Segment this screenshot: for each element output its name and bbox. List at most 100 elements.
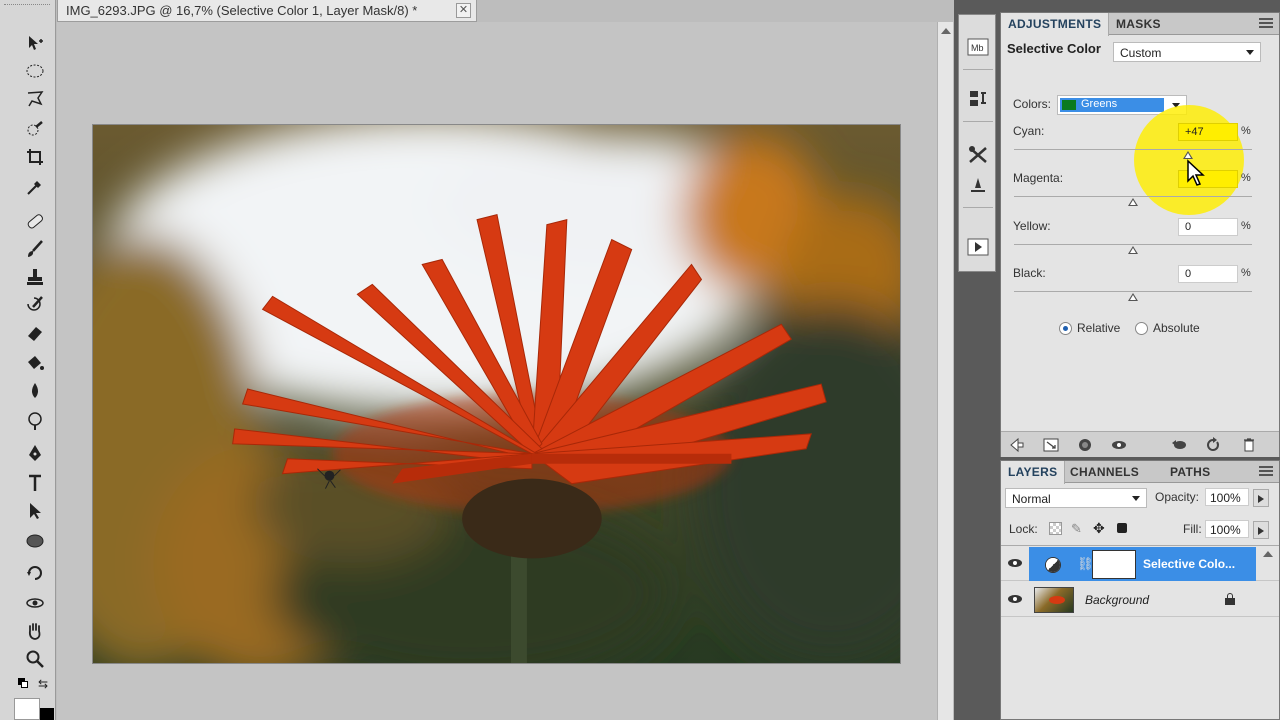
- yellow-slider-track[interactable]: [1014, 244, 1252, 245]
- panel-menu-icon[interactable]: [1259, 18, 1273, 28]
- history-brush-tool-icon[interactable]: [22, 292, 48, 318]
- adjustments-tabbar: ADJUSTMENTS MASKS: [1001, 13, 1279, 36]
- brush-presets-icon[interactable]: [965, 173, 991, 197]
- layer-row[interactable]: Background: [1001, 583, 1279, 617]
- hand-tool-icon[interactable]: [22, 618, 48, 644]
- colors-value: Greens: [1081, 98, 1118, 110]
- eyedropper-tool-icon[interactable]: [22, 174, 48, 200]
- layer-row[interactable]: ⛓ Selective Colo...: [1001, 547, 1279, 581]
- history-panel-icon[interactable]: [965, 87, 991, 111]
- paint-bucket-tool-icon[interactable]: [22, 350, 48, 376]
- tool-presets-icon[interactable]: [965, 143, 991, 167]
- layers-scroll-up-icon[interactable]: [1263, 551, 1275, 561]
- scroll-up-icon[interactable]: [941, 28, 951, 34]
- tab-masks[interactable]: MASKS: [1109, 13, 1168, 35]
- cyan-percent: %: [1241, 125, 1251, 137]
- close-document-icon[interactable]: ✕: [456, 3, 471, 18]
- crop-tool-icon[interactable]: [22, 144, 48, 170]
- ellipse-tool-icon[interactable]: [22, 528, 48, 554]
- mini-bridge-icon[interactable]: Mb: [965, 35, 991, 59]
- cyan-slider-track[interactable]: [1014, 149, 1252, 150]
- adjustments-panel: ADJUSTMENTS MASKS Selective Color Custom…: [1000, 12, 1280, 457]
- black-label: Black:: [1013, 266, 1046, 280]
- fill-slider-button[interactable]: [1253, 521, 1269, 539]
- black-slider-knob[interactable]: [1128, 293, 1138, 301]
- lock-position-icon[interactable]: ✥: [1093, 520, 1105, 537]
- trash-icon[interactable]: [1239, 436, 1259, 454]
- black-slider-track[interactable]: [1014, 291, 1252, 292]
- preset-value: Custom: [1120, 46, 1162, 60]
- absolute-radio[interactable]: [1135, 322, 1148, 335]
- fill-label: Fill:: [1183, 522, 1202, 536]
- document-tab[interactable]: IMG_6293.JPG @ 16,7% (Selective Color 1,…: [57, 0, 477, 22]
- yellow-input[interactable]: 0: [1178, 218, 1238, 236]
- path-selection-tool-icon[interactable]: [22, 498, 48, 524]
- back-arrow-icon[interactable]: [1007, 436, 1027, 454]
- swap-colors-icon[interactable]: ⇆: [38, 678, 52, 690]
- tab-paths[interactable]: PATHS: [1163, 461, 1217, 483]
- clip-to-layer-icon[interactable]: [1075, 436, 1095, 454]
- magenta-percent: %: [1241, 172, 1251, 184]
- 3d-orbit-tool-icon[interactable]: [22, 590, 48, 616]
- visibility-toggle-icon[interactable]: [1109, 436, 1129, 454]
- magenta-slider-knob[interactable]: [1128, 198, 1138, 206]
- healing-brush-tool-icon[interactable]: [22, 208, 48, 234]
- magenta-slider-track[interactable]: [1014, 196, 1252, 197]
- blend-mode-dropdown[interactable]: Normal: [1005, 488, 1147, 508]
- panel-menu-icon[interactable]: [1259, 466, 1273, 476]
- lasso-tool-icon[interactable]: [22, 86, 48, 112]
- relative-label: Relative: [1077, 321, 1121, 335]
- background-color-swatch[interactable]: [40, 708, 54, 720]
- opacity-slider-button[interactable]: [1253, 489, 1269, 507]
- fill-input[interactable]: 100%: [1205, 520, 1249, 538]
- canvas-vertical-scrollbar[interactable]: [937, 22, 953, 720]
- lock-pixels-icon[interactable]: ✎: [1071, 521, 1082, 537]
- blur-tool-icon[interactable]: [22, 378, 48, 404]
- foreground-color-swatch[interactable]: [14, 698, 40, 720]
- cyan-input[interactable]: +47: [1178, 123, 1238, 141]
- layer-name[interactable]: Background: [1085, 593, 1149, 607]
- default-colors-icon[interactable]: [18, 678, 30, 690]
- lock-icon: [1225, 593, 1235, 605]
- tab-channels[interactable]: CHANNELS: [1063, 461, 1146, 483]
- cyan-slider-knob[interactable]: [1183, 151, 1193, 159]
- svg-text:Mb: Mb: [971, 43, 984, 53]
- yellow-slider-knob[interactable]: [1128, 246, 1138, 254]
- mouse-cursor-icon: [1187, 159, 1205, 186]
- view-previous-state-icon[interactable]: [1169, 436, 1189, 454]
- type-tool-icon[interactable]: [22, 470, 48, 496]
- lock-transparency-icon[interactable]: [1049, 522, 1062, 535]
- relative-radio[interactable]: [1059, 322, 1072, 335]
- pen-tool-icon[interactable]: [22, 440, 48, 466]
- eraser-tool-icon[interactable]: [22, 320, 48, 346]
- black-input[interactable]: 0: [1178, 265, 1238, 283]
- layer-name[interactable]: Selective Colo...: [1143, 557, 1235, 571]
- dodge-tool-icon[interactable]: [22, 408, 48, 434]
- lock-all-icon[interactable]: [1117, 523, 1127, 533]
- marquee-tool-icon[interactable]: [22, 58, 48, 84]
- opacity-input[interactable]: 100%: [1205, 488, 1249, 506]
- 3d-rotate-tool-icon[interactable]: [22, 560, 48, 586]
- expanded-view-icon[interactable]: [1041, 436, 1061, 454]
- tab-adjustments[interactable]: ADJUSTMENTS: [1001, 13, 1110, 36]
- move-tool-icon[interactable]: [22, 30, 48, 56]
- background-layer-thumbnail[interactable]: [1034, 587, 1074, 613]
- preset-dropdown[interactable]: Custom: [1113, 42, 1261, 62]
- magenta-label: Magenta:: [1013, 171, 1064, 185]
- opacity-label: Opacity:: [1155, 490, 1200, 504]
- quick-selection-tool-icon[interactable]: [22, 116, 48, 142]
- toolbox-grip[interactable]: [4, 4, 50, 16]
- eye-icon[interactable]: [1007, 556, 1023, 570]
- chevron-down-icon: [1246, 50, 1254, 55]
- yellow-label: Yellow:: [1013, 219, 1051, 233]
- link-icon[interactable]: ⛓: [1077, 556, 1094, 572]
- brush-tool-icon[interactable]: [22, 236, 48, 262]
- clone-stamp-tool-icon[interactable]: [22, 264, 48, 290]
- zoom-tool-icon[interactable]: [22, 646, 48, 672]
- lock-label: Lock:: [1009, 522, 1038, 536]
- reset-icon[interactable]: [1203, 436, 1223, 454]
- tab-layers[interactable]: LAYERS: [1001, 461, 1066, 484]
- eye-icon[interactable]: [1007, 592, 1023, 606]
- layer-mask-thumbnail[interactable]: [1092, 550, 1136, 579]
- actions-panel-icon[interactable]: [965, 235, 991, 259]
